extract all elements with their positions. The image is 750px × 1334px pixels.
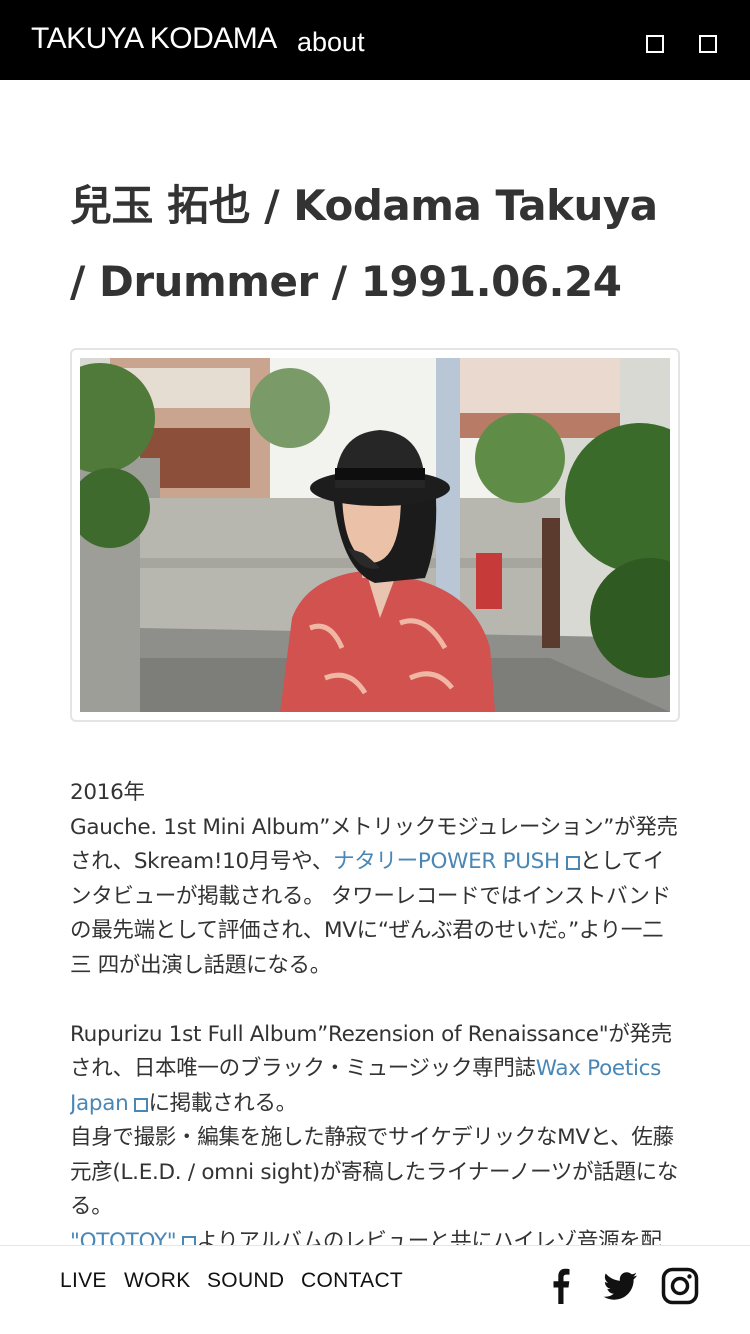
about-link[interactable]: about bbox=[297, 27, 365, 58]
nav-contact[interactable]: CONTACT bbox=[301, 1269, 403, 1293]
bio-paragraph: Rupurizu 1st Full Album”Rezension of Ren… bbox=[70, 1018, 680, 1122]
external-link-icon bbox=[134, 1097, 149, 1112]
natalie-link[interactable]: ナタリーPOWER PUSH bbox=[333, 849, 580, 874]
square-icon[interactable] bbox=[699, 35, 717, 53]
bio-text-span: に掲載される。 bbox=[148, 1090, 297, 1116]
facebook-icon[interactable] bbox=[541, 1266, 581, 1306]
twitter-icon[interactable] bbox=[600, 1266, 640, 1306]
external-link-icon bbox=[565, 856, 580, 870]
nav-sound[interactable]: SOUND bbox=[207, 1269, 284, 1293]
bio-text: 2016年 Gauche. 1st Mini Album”メトリックモジュレーシ… bbox=[70, 776, 680, 1245]
ototoy-link-label: "OTOTOY" bbox=[70, 1228, 177, 1246]
nav-work[interactable]: WORK bbox=[124, 1269, 191, 1293]
natalie-link-label: ナタリーPOWER PUSH bbox=[333, 849, 560, 874]
bio-year: 2016年 bbox=[70, 780, 145, 805]
square-icon[interactable] bbox=[646, 35, 664, 53]
bio-paragraph: "OTOTOY"よりアルバムのレビューと共にハイレゾ音源を配信中。 bbox=[70, 1225, 680, 1246]
external-link-icon bbox=[182, 1235, 197, 1245]
site-title-link[interactable]: TAKUYA KODAMA bbox=[31, 22, 277, 56]
page-title: 兒玉 拓也 / Kodama Takuya / Drummer / 1991.0… bbox=[70, 181, 658, 306]
profile-photo-frame bbox=[70, 348, 680, 722]
site-header: TAKUYA KODAMA about bbox=[0, 0, 750, 80]
instagram-icon[interactable] bbox=[660, 1266, 700, 1306]
profile-photo bbox=[80, 358, 670, 712]
nav-live[interactable]: LIVE bbox=[60, 1269, 107, 1293]
bio-paragraph: Gauche. 1st Mini Album”メトリックモジュレーション”が発売… bbox=[70, 811, 680, 984]
main-content: 兒玉 拓也 / Kodama Takuya / Drummer / 1991.0… bbox=[70, 80, 680, 1245]
bio-paragraph: 自身で撮影・編集を施した静寂でサイケデリックなMVと、佐藤元彦(L.E.D. /… bbox=[70, 1125, 679, 1219]
ototoy-link[interactable]: "OTOTOY" bbox=[70, 1228, 197, 1246]
footer-bar: LIVE WORK SOUND CONTACT bbox=[0, 1245, 750, 1334]
